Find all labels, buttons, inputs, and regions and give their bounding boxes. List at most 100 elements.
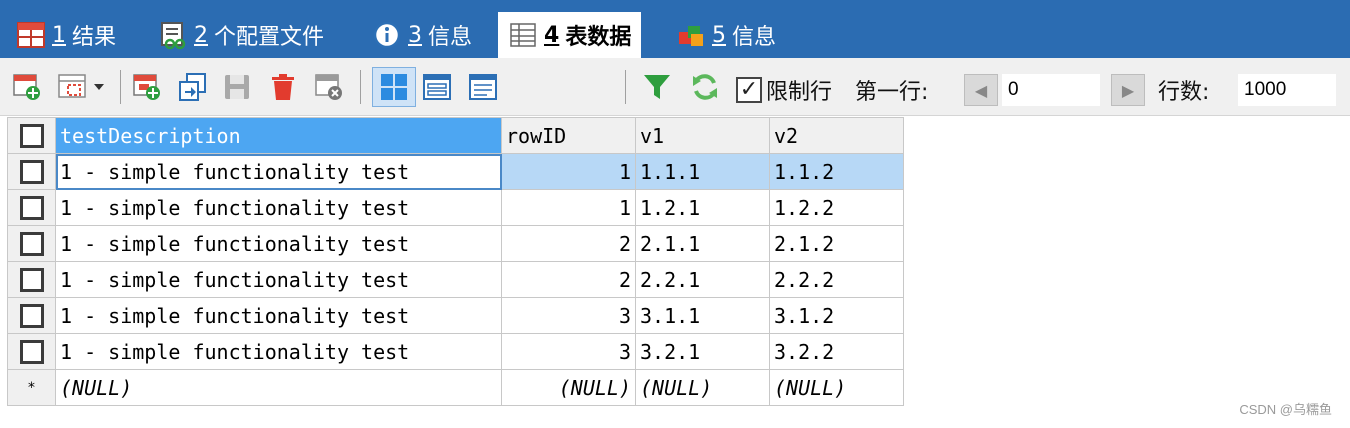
header-row: testDescription rowID v1 v2: [7, 117, 904, 154]
tab-label: 表数据: [565, 25, 632, 50]
row-checkbox[interactable]: [7, 297, 56, 334]
tab-label: 信息: [428, 25, 473, 50]
tab-info[interactable]: 5 信息: [666, 12, 786, 58]
duplicate-row-button[interactable]: [130, 70, 164, 104]
text-view-icon: [469, 74, 497, 100]
row-checkbox[interactable]: [7, 333, 56, 370]
cell-v2[interactable]: 2.2.2: [769, 261, 904, 298]
tab-messages[interactable]: 3 信息: [362, 12, 482, 58]
table-row[interactable]: 1 - simple functionality test 1 1.2.1 1.…: [7, 189, 904, 226]
results-grid-icon: [16, 20, 46, 50]
filter-button[interactable]: [640, 70, 674, 104]
tab-label: 结果: [72, 25, 117, 50]
cell-testdescription[interactable]: 1 - simple functionality test: [55, 153, 502, 190]
table-row[interactable]: 1 - simple functionality test 2 2.1.1 2.…: [7, 225, 904, 262]
checkbox-box: [19, 196, 44, 221]
checkbox-box: [19, 304, 44, 329]
column-header-rowid[interactable]: rowID: [501, 117, 636, 154]
tab-label: 个配置文件: [214, 25, 325, 50]
watermark: CSDN @乌糯鱼: [1239, 402, 1332, 417]
result-tab-bar: 1 结果 2 个配置文件 3 信息 4 表数据 5 信息: [0, 0, 1350, 58]
text-view-button[interactable]: [466, 70, 500, 104]
cancel-changes-icon: [315, 74, 342, 100]
cell-rowid[interactable]: 3: [501, 297, 636, 334]
cell-testdescription[interactable]: 1 - simple functionality test: [55, 189, 502, 226]
cell-v2[interactable]: 3.1.2: [769, 297, 904, 334]
checkbox-box: [19, 340, 44, 365]
cell-testdescription[interactable]: 1 - simple functionality test: [55, 225, 502, 262]
row-checkbox[interactable]: [7, 189, 56, 226]
toolbar-separator: [360, 70, 361, 104]
table-row[interactable]: 1 - simple functionality test 2 2.2.1 2.…: [7, 261, 904, 298]
cell-null[interactable]: (NULL): [635, 369, 770, 406]
checkbox-box: [19, 232, 44, 257]
delete-button[interactable]: [266, 70, 300, 104]
tab-number: 1: [52, 22, 66, 48]
refresh-button[interactable]: [688, 70, 722, 104]
cell-v1[interactable]: 1.2.1: [635, 189, 770, 226]
cell-null[interactable]: (NULL): [55, 369, 502, 406]
duplicate-row-icon: [133, 74, 160, 100]
cell-rowid[interactable]: 2: [501, 261, 636, 298]
cell-null[interactable]: (NULL): [501, 369, 636, 406]
save-icon: [225, 75, 249, 99]
cell-v1[interactable]: 2.1.1: [635, 225, 770, 262]
data-grid: testDescription rowID v1 v2 1 - simple f…: [7, 117, 904, 406]
tab-results[interactable]: 1 结果: [6, 12, 126, 58]
cell-v2[interactable]: 1.1.2: [769, 153, 904, 190]
column-header-testdescription[interactable]: testDescription: [55, 117, 502, 154]
cell-v1[interactable]: 2.2.1: [635, 261, 770, 298]
tab-table-data[interactable]: 4 表数据: [498, 12, 642, 58]
table-row[interactable]: 1 - simple functionality test 1 1.1.1 1.…: [7, 153, 904, 190]
cancel-changes-button[interactable]: [312, 70, 346, 104]
table-row[interactable]: 1 - simple functionality test 3 3.2.1 3.…: [7, 333, 904, 370]
row-count-input[interactable]: [1238, 74, 1336, 106]
table-row[interactable]: 1 - simple functionality test 3 3.1.1 3.…: [7, 297, 904, 334]
form-view-button[interactable]: [420, 70, 454, 104]
grid-toolbar: [0, 58, 1350, 116]
insert-row-button[interactable]: [10, 70, 44, 104]
first-row-input[interactable]: [1002, 74, 1100, 106]
row-checkbox[interactable]: [7, 225, 56, 262]
previous-page-button[interactable]: ◀: [964, 74, 998, 106]
tab-label: 信息: [732, 25, 777, 50]
cell-v2[interactable]: 3.2.2: [769, 333, 904, 370]
checkbox-box: [19, 160, 44, 185]
tab-number: 4: [544, 22, 560, 48]
cell-testdescription[interactable]: 1 - simple functionality test: [55, 261, 502, 298]
column-header-v1[interactable]: v1: [635, 117, 770, 154]
select-all-checkbox[interactable]: [7, 117, 56, 154]
cell-v1[interactable]: 1.1.1: [635, 153, 770, 190]
refresh-grid-icon: [179, 73, 206, 101]
cell-v2[interactable]: 1.2.2: [769, 189, 904, 226]
grid-view-button[interactable]: [372, 67, 416, 107]
cell-rowid[interactable]: 1: [501, 153, 636, 190]
delete-icon: [272, 74, 294, 100]
tab-profiles[interactable]: 2 个配置文件: [148, 12, 334, 58]
limit-rows-checkbox[interactable]: ✓: [736, 77, 762, 103]
cell-rowid[interactable]: 2: [501, 225, 636, 262]
row-checkbox[interactable]: [7, 261, 56, 298]
cell-testdescription[interactable]: 1 - simple functionality test: [55, 333, 502, 370]
column-chooser-button[interactable]: [56, 70, 112, 104]
next-page-button[interactable]: ▶: [1111, 74, 1145, 106]
cell-rowid[interactable]: 3: [501, 333, 636, 370]
cell-v1[interactable]: 3.1.1: [635, 297, 770, 334]
new-row[interactable]: * (NULL) (NULL) (NULL) (NULL): [7, 369, 904, 406]
column-header-v2[interactable]: v2: [769, 117, 904, 154]
row-checkbox[interactable]: [7, 153, 56, 190]
tab-number: 5: [712, 22, 726, 48]
cell-v1[interactable]: 3.2.1: [635, 333, 770, 370]
info-icon: [372, 20, 402, 50]
cell-null[interactable]: (NULL): [769, 369, 904, 406]
chevron-right-icon: ▶: [1121, 80, 1135, 100]
refresh-grid-button[interactable]: [176, 70, 210, 104]
limit-rows-label: 限制行: [766, 80, 833, 105]
grid-view-icon: [381, 74, 407, 100]
form-view-icon: [423, 74, 451, 100]
cell-rowid[interactable]: 1: [501, 189, 636, 226]
info-blocks-icon: [676, 20, 706, 50]
cell-testdescription[interactable]: 1 - simple functionality test: [55, 297, 502, 334]
save-button[interactable]: [220, 70, 254, 104]
cell-v2[interactable]: 2.1.2: [769, 225, 904, 262]
